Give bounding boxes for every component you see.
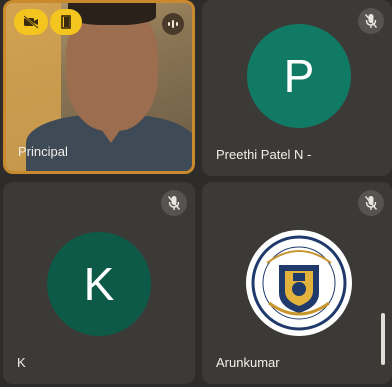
- door-icon[interactable]: [50, 9, 82, 35]
- avatar: K: [47, 232, 151, 336]
- participant-tile-arunkumar[interactable]: Arunkumar: [202, 182, 392, 384]
- participant-name: K: [17, 355, 26, 370]
- participant-tile-principal[interactable]: Principal: [3, 0, 195, 174]
- participant-tile-k[interactable]: K K: [3, 182, 195, 384]
- avatar-letter: P: [283, 50, 315, 102]
- avatar: P: [247, 24, 351, 128]
- mic-off-icon: [358, 8, 384, 34]
- mic-off-icon: [161, 190, 187, 216]
- camera-off-icon[interactable]: [14, 9, 48, 35]
- audio-wave-icon: [162, 13, 184, 35]
- mic-off-icon: [358, 190, 384, 216]
- scrollbar[interactable]: [381, 313, 385, 365]
- participant-name: Principal: [18, 144, 68, 159]
- avatar-letter: K: [83, 258, 115, 310]
- participant-name: Preethi Patel N -: [216, 147, 312, 162]
- participant-name: Arunkumar: [216, 355, 280, 370]
- participant-tile-preethi[interactable]: P Preethi Patel N -: [202, 0, 392, 176]
- school-logo: [246, 230, 352, 336]
